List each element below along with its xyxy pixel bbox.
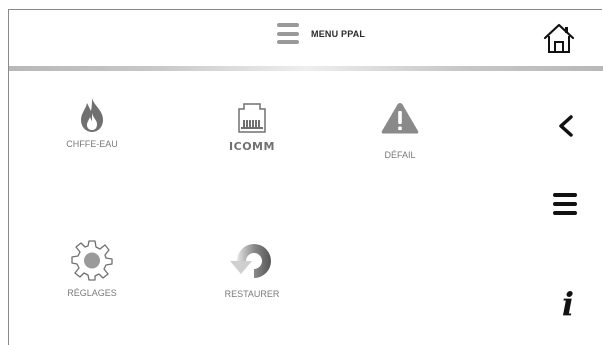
header: MENU PPAL	[9, 10, 602, 66]
home-button[interactable]	[542, 22, 576, 54]
side-menu-button[interactable]	[553, 193, 577, 215]
divider	[9, 66, 603, 71]
home-icon	[543, 23, 575, 53]
tile-icomm[interactable]: ICOMM	[202, 98, 302, 153]
tile-chffe-eau[interactable]: CHFFE-EAU	[42, 95, 142, 149]
chevron-left-icon	[559, 115, 573, 137]
tile-restaurer[interactable]: RESTAURER	[202, 237, 302, 299]
info-button[interactable]: i	[555, 286, 581, 322]
screen-frame: MENU PPAL CHFFE-EAU ICOMM DÉFAIL RÉGLAGE…	[8, 9, 603, 345]
info-icon: i	[561, 285, 575, 323]
warning-icon	[381, 103, 419, 134]
back-button[interactable]	[556, 114, 576, 138]
hamburger-icon	[553, 193, 577, 197]
gear-icon	[71, 240, 113, 281]
tile-label: RÉGLAGES	[67, 288, 117, 298]
hamburger-icon	[277, 23, 299, 44]
tile-label: CHFFE-EAU	[66, 139, 118, 149]
flame-icon	[81, 98, 103, 132]
tile-reglages[interactable]: RÉGLAGES	[42, 240, 142, 298]
restore-icon	[230, 244, 271, 278]
tile-label: RESTAURER	[224, 289, 280, 299]
tile-label-logo: ICOMM	[229, 140, 275, 153]
menu-title-group[interactable]: MENU PPAL	[277, 23, 365, 44]
network-port-icon	[238, 103, 266, 133]
tile-label: DÉFAIL	[384, 150, 416, 160]
tile-defail[interactable]: DÉFAIL	[350, 98, 450, 160]
page-title: MENU PPAL	[311, 28, 366, 39]
